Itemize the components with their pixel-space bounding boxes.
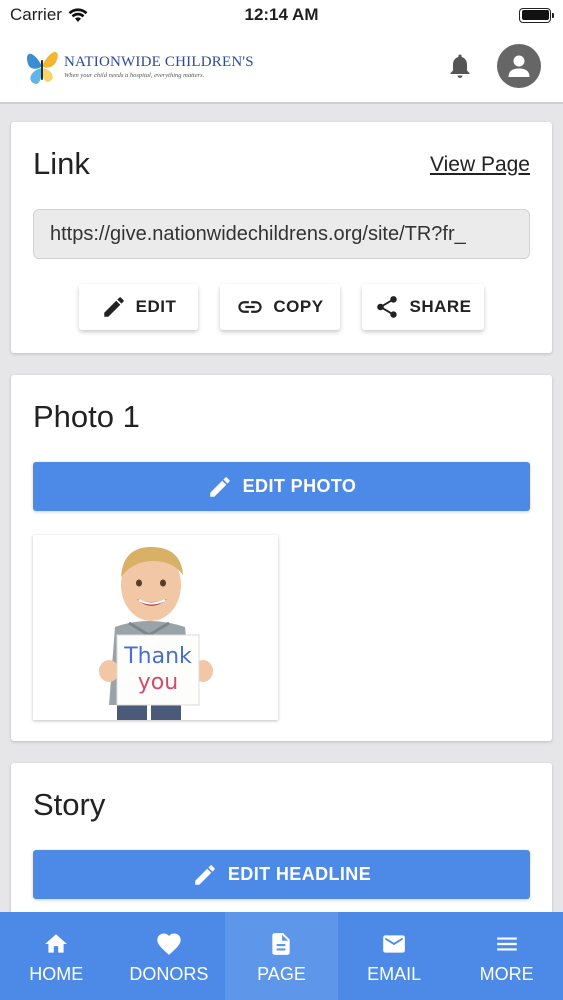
status-bar: Carrier 12:14 AM xyxy=(0,0,563,30)
edit-link-label: EDIT xyxy=(135,297,177,316)
tab-email-label: EMAIL xyxy=(367,964,422,984)
edit-headline-label: EDIT HEADLINE xyxy=(227,864,372,884)
copy-link-label: COPY xyxy=(273,297,324,316)
page-url-field[interactable] xyxy=(33,209,530,259)
story-card-title: Story xyxy=(33,787,106,822)
tab-more[interactable]: MORE xyxy=(450,912,563,1000)
story-card: Story EDIT HEADLINE xyxy=(11,763,552,912)
view-page-link[interactable]: View Page xyxy=(430,153,530,177)
sign-text-line2: you xyxy=(138,670,178,695)
avatar[interactable] xyxy=(497,44,541,88)
pencil-icon xyxy=(209,476,230,497)
pencil-icon xyxy=(103,297,124,317)
child-thank-you-photo: Thank you xyxy=(33,535,278,720)
nationwide-childrens-logo[interactable]: NATIONWIDE CHILDREN'S When your child ne… xyxy=(22,44,254,88)
tab-email[interactable]: EMAIL xyxy=(338,912,451,1000)
butterfly-logo-icon xyxy=(26,52,58,84)
logo-text: NATIONWIDE CHILDREN'S When your child ne… xyxy=(64,54,254,79)
copy-link-button[interactable]: COPY xyxy=(220,284,340,330)
link-card-title: Link xyxy=(33,146,90,181)
photo-card: Photo 1 EDIT PHOTO Thank you xyxy=(11,375,552,741)
battery-icon xyxy=(519,7,554,23)
page-content[interactable]: Link View Page EDIT COPY SHARE xyxy=(0,104,563,912)
tab-home-label: HOME xyxy=(29,964,84,984)
tab-more-label: MORE xyxy=(479,964,534,984)
email-icon xyxy=(383,935,405,953)
link-icon xyxy=(238,301,263,313)
status-left: Carrier xyxy=(10,5,88,25)
tab-donors[interactable]: DONORS xyxy=(113,912,226,1000)
tab-home[interactable]: HOME xyxy=(0,912,113,1000)
pencil-icon xyxy=(195,864,215,885)
link-card: Link View Page EDIT COPY SHARE xyxy=(11,122,552,353)
photo-card-title: Photo 1 xyxy=(33,399,140,434)
bell-icon[interactable] xyxy=(449,53,471,79)
menu-icon xyxy=(496,937,517,951)
account-icon xyxy=(508,55,530,77)
share-link-button[interactable]: SHARE xyxy=(362,284,484,330)
sign-text-line1: Thank xyxy=(123,644,192,669)
heart-icon xyxy=(157,933,181,955)
edit-photo-button[interactable]: EDIT PHOTO xyxy=(33,462,530,511)
logo-tagline: When your child needs a hospital, everyt… xyxy=(64,71,205,79)
logo-name: NATIONWIDE CHILDREN'S xyxy=(64,53,254,70)
link-actions: EDIT COPY SHARE xyxy=(11,284,552,330)
carrier-label: Carrier xyxy=(10,5,62,24)
edit-headline-button[interactable]: EDIT HEADLINE xyxy=(33,850,530,899)
home-icon xyxy=(45,934,68,953)
edit-photo-label: EDIT PHOTO xyxy=(242,476,357,496)
wifi-icon xyxy=(68,7,88,22)
share-link-label: SHARE xyxy=(409,297,472,316)
header-actions xyxy=(449,44,541,88)
page-icon xyxy=(272,933,291,955)
share-icon xyxy=(377,296,398,318)
bottom-tab-bar: HOME DONORS PAGE EMAIL MORE xyxy=(0,912,563,1000)
edit-link-button[interactable]: EDIT xyxy=(79,284,198,330)
tab-page[interactable]: PAGE xyxy=(225,912,338,1000)
tab-page-label: PAGE xyxy=(257,964,306,984)
photo-thumbnail[interactable]: Thank you xyxy=(33,535,278,720)
app-header: NATIONWIDE CHILDREN'S When your child ne… xyxy=(0,30,563,104)
tab-donors-label: DONORS xyxy=(129,964,209,984)
